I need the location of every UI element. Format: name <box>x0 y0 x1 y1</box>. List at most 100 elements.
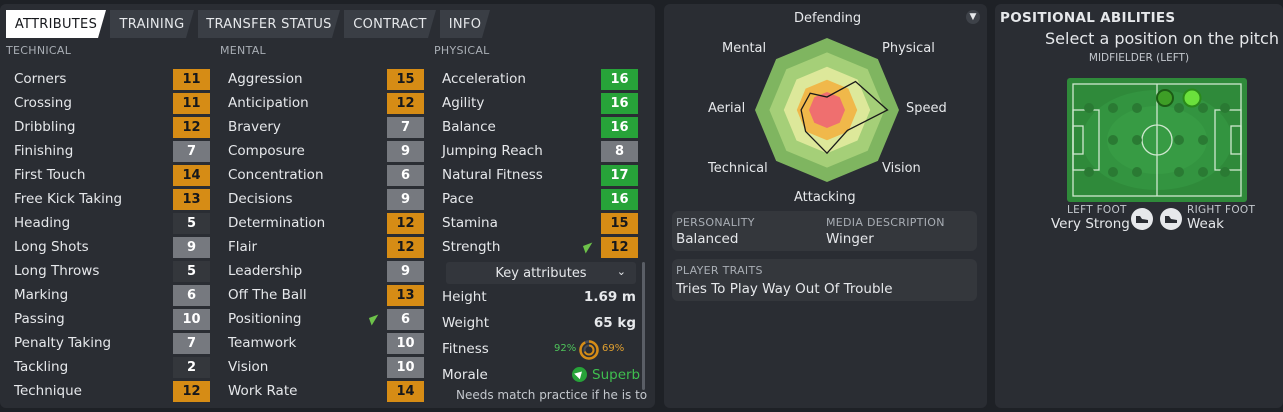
technical-attribute-row[interactable]: Free Kick Taking 13 <box>6 188 213 210</box>
physical-attribute-row[interactable]: Stamina 15 <box>434 212 641 234</box>
attribute-name: Dribbling <box>14 119 76 135</box>
attribute-value: 15 <box>387 69 424 90</box>
attribute-name: Stamina <box>442 215 498 231</box>
mental-attribute-row[interactable]: Anticipation 12 <box>220 92 427 114</box>
attribute-value: 13 <box>173 189 210 210</box>
weight-label: Weight <box>442 315 490 331</box>
fitness-condition: 92% <box>554 343 577 354</box>
attribute-value: 6 <box>173 285 210 306</box>
chevron-down-icon[interactable]: ▼ <box>966 10 980 24</box>
attribute-value: 9 <box>387 261 424 282</box>
tab-contract[interactable]: CONTRACT <box>344 10 436 38</box>
technical-attribute-row[interactable]: Penalty Taking 7 <box>6 332 213 354</box>
attribute-value: 16 <box>601 93 638 114</box>
attribute-value: 12 <box>387 237 424 258</box>
attribute-name: Acceleration <box>442 71 526 87</box>
radar-axis-label: Vision <box>882 161 921 176</box>
technical-attribute-row[interactable]: Dribbling 12 <box>6 116 213 138</box>
mental-attribute-row[interactable]: Vision 10 <box>220 356 427 378</box>
mental-attribute-row[interactable]: Determination 12 <box>220 212 427 234</box>
attribute-value: 6 <box>387 165 424 186</box>
physical-attribute-row[interactable]: Acceleration 16 <box>434 68 641 90</box>
tab-info[interactable]: INFO <box>440 10 490 38</box>
radar-axis-label: Attacking <box>794 190 856 205</box>
physical-attribute-row[interactable]: Pace 16 <box>434 188 641 210</box>
personality-value: Balanced <box>676 231 739 247</box>
attribute-value: 7 <box>173 333 210 354</box>
technical-header: TECHNICAL <box>6 44 72 57</box>
player-traits-card: PLAYER TRAITS Tries To Play Way Out Of T… <box>672 259 977 301</box>
morale-icon <box>572 367 587 382</box>
mental-attribute-row[interactable]: Concentration 6 <box>220 164 427 186</box>
scrollbar[interactable] <box>642 262 645 390</box>
right-foot-value: Weak <box>1187 216 1224 232</box>
pitch-position-map[interactable] <box>1067 78 1247 202</box>
technical-attribute-row[interactable]: Marking 6 <box>6 284 213 306</box>
mental-attribute-row[interactable]: Teamwork 10 <box>220 332 427 354</box>
attribute-value: 9 <box>387 141 424 162</box>
physical-attribute-row[interactable]: Strength 12 <box>434 236 641 258</box>
attribute-name: Penalty Taking <box>14 335 112 351</box>
physical-attribute-row[interactable]: Agility 16 <box>434 92 641 114</box>
mental-attribute-row[interactable]: Leadership 9 <box>220 260 427 282</box>
technical-attribute-row[interactable]: Long Throws 5 <box>6 260 213 282</box>
attribute-value: 5 <box>173 261 210 282</box>
mental-attribute-row[interactable]: Flair 12 <box>220 236 427 258</box>
match-practice-note: Needs match practice if he is to <box>456 388 648 402</box>
attribute-name: Agility <box>442 95 485 111</box>
attribute-value: 7 <box>387 117 424 138</box>
positional-abilities-panel: POSITIONAL ABILITIES Select a position o… <box>995 4 1283 408</box>
height-row: Height 1.69 m <box>434 286 644 308</box>
attribute-name: Leadership <box>228 263 303 279</box>
attribute-value: 12 <box>387 213 424 234</box>
attribute-name: Marking <box>14 287 69 303</box>
mental-attribute-row[interactable]: Off The Ball 13 <box>220 284 427 306</box>
attribute-value: 6 <box>387 309 424 330</box>
attribute-value: 10 <box>387 333 424 354</box>
attribute-value: 2 <box>173 357 210 378</box>
attribute-name: Long Throws <box>14 263 100 279</box>
trend-up-icon <box>582 242 596 254</box>
physical-attribute-row[interactable]: Jumping Reach 8 <box>434 140 641 162</box>
mental-attribute-row[interactable]: Decisions 9 <box>220 188 427 210</box>
radar-axis-label: Defending <box>794 11 862 26</box>
attribute-value: 14 <box>173 165 210 186</box>
mental-attribute-row[interactable]: Bravery 7 <box>220 116 427 138</box>
attribute-value: 15 <box>601 213 638 234</box>
technical-attribute-row[interactable]: Long Shots 9 <box>6 236 213 258</box>
technical-attribute-row[interactable]: Finishing 7 <box>6 140 213 162</box>
tab-transfer-status[interactable]: TRANSFER STATUS <box>198 10 340 38</box>
attribute-name: Jumping Reach <box>442 143 543 159</box>
key-attributes-dropdown[interactable]: Key attributes ⌄ <box>446 262 636 284</box>
technical-attribute-row[interactable]: Passing 10 <box>6 308 213 330</box>
attribute-name: Flair <box>228 239 258 255</box>
personality-card: PERSONALITY Balanced MEDIA DESCRIPTION W… <box>672 211 977 251</box>
mental-attribute-row[interactable]: Work Rate 14 <box>220 380 427 402</box>
weight-value: 65 kg <box>593 315 636 331</box>
attribute-name: Teamwork <box>228 335 297 351</box>
technical-attribute-row[interactable]: Heading 5 <box>6 212 213 234</box>
technical-attribute-row[interactable]: First Touch 14 <box>6 164 213 186</box>
radar-axis-label: Speed <box>906 101 947 116</box>
attribute-name: Decisions <box>228 191 293 207</box>
tab-training[interactable]: TRAINING <box>110 10 194 38</box>
attribute-value: 11 <box>173 69 210 90</box>
mental-attribute-row[interactable]: Composure 9 <box>220 140 427 162</box>
technical-attribute-row[interactable]: Tackling 2 <box>6 356 213 378</box>
physical-attribute-row[interactable]: Balance 16 <box>434 116 641 138</box>
mental-attribute-row[interactable]: Aggression 15 <box>220 68 427 90</box>
radar-axis-label: Mental <box>722 41 767 56</box>
physical-attribute-row[interactable]: Natural Fitness 17 <box>434 164 641 186</box>
radar-axis-label: Aerial <box>708 101 746 116</box>
mental-attribute-row[interactable]: Positioning 6 <box>220 308 427 330</box>
attribute-name: Off The Ball <box>228 287 307 303</box>
attribute-name: Composure <box>228 143 305 159</box>
attribute-value: 9 <box>173 237 210 258</box>
tab-attributes[interactable]: ATTRIBUTES <box>6 10 106 38</box>
attribute-name: Aggression <box>228 71 303 87</box>
radar-axis-label: Physical <box>882 41 935 56</box>
technical-attribute-row[interactable]: Crossing 11 <box>6 92 213 114</box>
attribute-name: First Touch <box>14 167 86 183</box>
technical-attribute-row[interactable]: Technique 12 <box>6 380 213 402</box>
technical-attribute-row[interactable]: Corners 11 <box>6 68 213 90</box>
